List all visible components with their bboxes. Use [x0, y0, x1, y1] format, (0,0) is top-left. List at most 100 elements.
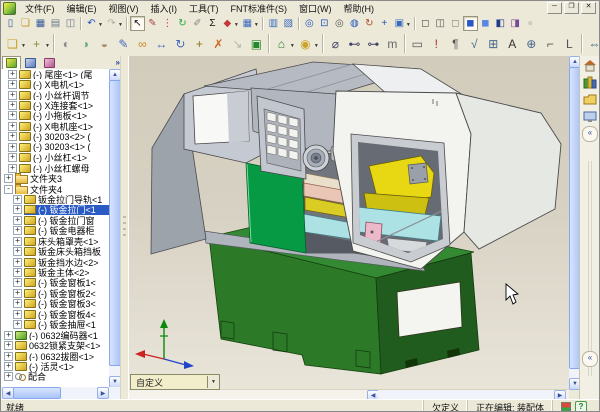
geometric-tolerance-icon[interactable]: ⊞: [484, 34, 503, 53]
physical-dynamics-icon[interactable]: ◉: [296, 34, 315, 53]
tree-item-5[interactable]: + (-) X电机座<1>: [1, 121, 109, 132]
datum-target-icon[interactable]: ⊕: [522, 34, 541, 53]
tree-item-13[interactable]: + (-) 钣金拉门<1: [1, 204, 109, 216]
tree-item-17[interactable]: + 钣金床头箱挡板: [1, 246, 109, 257]
expand-icon[interactable]: +: [13, 194, 22, 204]
section-view-icon[interactable]: ◨: [508, 16, 523, 31]
hide-show-component-icon[interactable]: ◐: [57, 34, 76, 53]
tree-item-16[interactable]: + 床头箱罩壳<1>: [1, 236, 109, 246]
mate-icon[interactable]: ∞: [133, 34, 152, 53]
featuremanager-tab[interactable]: [2, 55, 21, 70]
view-palette-icon[interactable]: [582, 109, 598, 124]
menu-item-5[interactable]: FNT标准件(S): [225, 1, 294, 16]
rebuild-icon[interactable]: ↻: [175, 16, 190, 31]
pan-icon[interactable]: +: [377, 16, 392, 31]
change-suppression-icon[interactable]: ◒: [95, 34, 114, 53]
equations-icon[interactable]: Σ: [205, 16, 220, 31]
graphics-viewport[interactable]: ▲ ▼ ◀ ▶ 自定义 ▼: [128, 56, 581, 401]
tree-item-7[interactable]: + (-) 30203<1> (: [1, 142, 109, 152]
undo-dropdown-icon[interactable]: ▼: [98, 22, 103, 28]
expand-icon[interactable]: +: [4, 330, 13, 340]
save-icon[interactable]: ▦: [33, 16, 48, 31]
expand-icon[interactable]: +: [4, 372, 13, 382]
standard-views-dropdown-icon[interactable]: ▼: [406, 22, 411, 28]
expand-icon[interactable]: +: [13, 236, 22, 246]
tree-item-12[interactable]: + 钣金拉门导轨<1: [1, 194, 109, 205]
design-library-icon[interactable]: [582, 75, 598, 90]
menu-item-1[interactable]: 编辑(E): [61, 1, 103, 16]
tree-item-2[interactable]: + (-) 小丝杆调节: [1, 90, 109, 100]
edit-color-dropdown-icon[interactable]: ▼: [234, 22, 239, 28]
tree-item-14[interactable]: + (-) 钣金拉门窗: [1, 215, 109, 226]
surface-finish-icon[interactable]: √: [465, 34, 484, 53]
model-canvas[interactable]: [129, 56, 569, 389]
centerline-icon[interactable]: L: [560, 34, 579, 53]
hidden-lines-visible-icon[interactable]: ◫: [433, 16, 448, 31]
tree-item-21[interactable]: + (-) 钣金窗板2<: [1, 288, 109, 299]
tree-item-9[interactable]: + (-) 小丝杠螺母: [1, 163, 109, 173]
expand-icon[interactable]: +: [13, 278, 22, 288]
menu-item-6[interactable]: 窗口(W): [293, 1, 338, 16]
print-icon[interactable]: ▤: [48, 16, 63, 31]
collapse-chevron[interactable]: «: [582, 126, 598, 142]
tree-item-1[interactable]: + (-) X电机<1>: [1, 79, 109, 90]
expand-icon[interactable]: +: [4, 341, 13, 351]
expand-icon[interactable]: +: [13, 205, 22, 215]
tree-item-23[interactable]: + (-) 钣金窗板4<: [1, 309, 109, 320]
tree-hscroll-thumb[interactable]: [13, 387, 61, 399]
view-orientation-combo[interactable]: 自定义 ▼: [130, 374, 220, 390]
tree-item-28[interactable]: + (-) 活灵<1>: [1, 361, 109, 372]
weld-symbol-icon[interactable]: ⌐: [541, 34, 560, 53]
make-assembly-icon[interactable]: ▧: [281, 16, 296, 31]
tree-item-4[interactable]: + (-) 小拖板<1>: [1, 111, 109, 121]
shadows-in-shaded-icon[interactable]: ◧: [493, 16, 508, 31]
insert-component-dropdown-icon[interactable]: ▼: [21, 43, 26, 49]
collapse-icon[interactable]: -: [4, 184, 13, 194]
quick-tips-icon[interactable]: ?: [575, 401, 587, 411]
zoom-in-out-icon[interactable]: ◎: [332, 16, 347, 31]
expand-icon[interactable]: +: [8, 69, 17, 79]
tree-item-0[interactable]: + (-) 尾座<1> (尾: [1, 69, 109, 79]
simulation-dropdown-icon[interactable]: ▼: [290, 43, 295, 49]
restore-button[interactable]: ❐: [564, 2, 579, 14]
expand-icon[interactable]: +: [8, 142, 17, 152]
move-component-icon[interactable]: ↔: [152, 34, 171, 53]
undo-icon[interactable]: ↶: [84, 16, 99, 31]
center-mark-icon[interactable]: ⇔: [585, 34, 599, 53]
expand-icon[interactable]: +: [13, 299, 22, 309]
solidworks-resources-icon[interactable]: [582, 58, 598, 73]
expand-icon[interactable]: +: [13, 268, 22, 278]
zoom-selection-icon[interactable]: ◍: [347, 16, 362, 31]
tree-item-11[interactable]: - 文件夹4: [1, 183, 109, 195]
edit-color-icon[interactable]: ◆: [220, 16, 235, 31]
texture-dropdown-icon[interactable]: ▼: [254, 22, 259, 28]
combo-dropdown-icon[interactable]: ▼: [207, 376, 219, 388]
insert-component-icon[interactable]: ❏: [3, 34, 22, 53]
expand-icon[interactable]: +: [8, 121, 17, 131]
expand-icon[interactable]: +: [13, 309, 22, 319]
texture-icon[interactable]: ▦: [240, 16, 255, 31]
propertymanager-tab[interactable]: [21, 56, 40, 70]
smart-fastener-insert-icon[interactable]: +: [27, 34, 46, 53]
tree-item-18[interactable]: + 钣金挡水边<2>: [1, 257, 109, 267]
expand-icon[interactable]: +: [8, 101, 17, 111]
expand-icon[interactable]: +: [13, 247, 22, 257]
menu-item-3[interactable]: 插入(I): [145, 1, 184, 16]
open-icon[interactable]: ❏: [18, 16, 33, 31]
tree-item-26[interactable]: +0632锁紧支架<1>: [1, 340, 109, 351]
physical-dynamics-dropdown-icon[interactable]: ▼: [314, 43, 319, 49]
tree-item-27[interactable]: + (-) 0632拔圈<1>: [1, 351, 109, 361]
expand-icon[interactable]: +: [8, 80, 17, 90]
tree-item-10[interactable]: + 文件夹3: [1, 173, 109, 184]
simulation-icon[interactable]: ⌂: [272, 34, 291, 53]
model-items-icon[interactable]: m: [383, 34, 402, 53]
expand-icon[interactable]: +: [4, 174, 13, 184]
menu-item-7[interactable]: 帮助(H): [338, 1, 381, 16]
datum-feature-icon[interactable]: A: [503, 34, 522, 53]
tree-item-6[interactable]: + (-) 30203<2> (: [1, 132, 109, 142]
change-transparency-icon[interactable]: ◑: [76, 34, 95, 53]
balloon-icon[interactable]: !: [427, 34, 446, 53]
rotate-view-icon[interactable]: ↻: [362, 16, 377, 31]
exploded-view-icon[interactable]: ✗: [209, 34, 228, 53]
rebuild-stoplight-icon[interactable]: ⋮: [160, 16, 175, 31]
